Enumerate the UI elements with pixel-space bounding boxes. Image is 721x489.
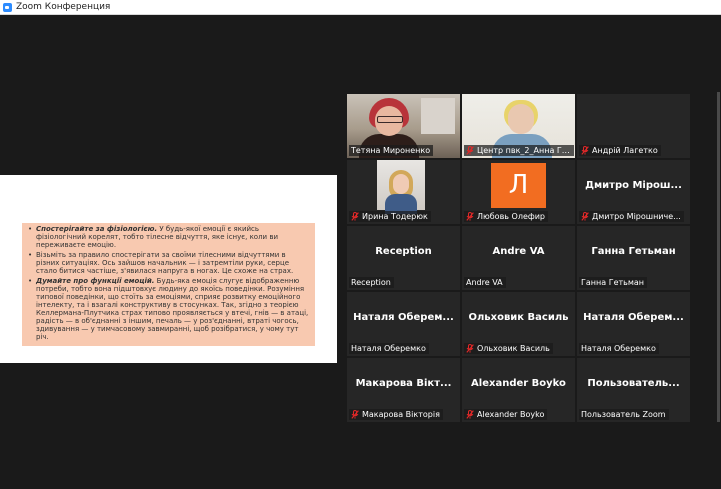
participant-name-label: Ганна Гетьман [579, 277, 648, 288]
participant-name-label: Макарова Вікторія [349, 409, 443, 420]
participant-name-label: Наталя Оберемко [579, 343, 659, 354]
slide-bullet-lead: Думайте про функції емоцій. [36, 277, 155, 285]
participant-name: Ганна Гетьман [581, 278, 645, 287]
title-bar: Zoom Конференция [0, 0, 721, 15]
slide-text-panel: Спостерігайте за фізіологією. У будь-яко… [22, 223, 315, 346]
participant-name-label: Ольховик Василь [464, 343, 553, 354]
participant-tile[interactable]: Дмитро Мірош... Дмитро Мірошниче... [577, 160, 690, 224]
participant-name: Reception [351, 278, 391, 287]
participant-name-label: Любовь Олефир [464, 211, 548, 222]
participant-name-label: Ирина Тодерюк [349, 211, 431, 222]
muted-mic-icon [351, 212, 359, 221]
participant-tile[interactable]: Alexander Boyko Alexander Boyko [462, 358, 575, 422]
participant-name-display: Reception [375, 246, 432, 257]
participant-name: Дмитро Мірошниче... [592, 212, 681, 221]
slide-bullet-text: Будь-яка емоція слугує відображенню потр… [36, 277, 309, 341]
participant-tile[interactable]: Reception Reception [347, 226, 460, 290]
muted-mic-icon [581, 146, 589, 155]
participant-name-label: Reception [349, 277, 394, 288]
participant-name-label: Андрій Лагетко [579, 145, 661, 156]
participant-name: Тетяна Мироненко [351, 146, 431, 155]
participant-tile[interactable]: Andre VA Andre VA [462, 226, 575, 290]
participant-video [377, 160, 425, 214]
slide-bullet: Спостерігайте за фізіологією. У будь-яко… [28, 225, 309, 249]
participant-name: Андрій Лагетко [592, 146, 658, 155]
participant-name: Центр пвк_2_Анна Гл... [477, 146, 571, 155]
participant-name: Наталя Оберемко [581, 344, 656, 353]
slide-bullet: Думайте про функції емоцій. Будь-яка емо… [28, 277, 309, 341]
scrollbar[interactable] [717, 92, 720, 422]
participant-name-display: Alexander Boyko [471, 378, 566, 389]
participant-tile[interactable]: Ирина Тодерюк [347, 160, 460, 224]
window-title: Zoom Конференция [16, 2, 111, 12]
participant-name-label: Центр пвк_2_Анна Гл... [464, 145, 574, 156]
participant-name-label: Наталя Оберемко [349, 343, 429, 354]
participant-tile[interactable]: Наталя Оберем... Наталя Оберемко [347, 292, 460, 356]
shared-screen: Спостерігайте за фізіологією. У будь-яко… [0, 175, 337, 363]
participant-tile[interactable]: Ганна Гетьман Ганна Гетьман [577, 226, 690, 290]
participant-tile[interactable]: Центр пвк_2_Анна Гл... [462, 94, 575, 158]
participant-avatar: Л [491, 163, 546, 208]
participant-name-display: Andre VA [492, 246, 545, 257]
participant-name: Макарова Вікторія [362, 410, 440, 419]
participant-tile[interactable]: Л Любовь Олефир [462, 160, 575, 224]
participant-name-display: Наталя Оберем... [353, 312, 454, 323]
participant-name-label: Пользователь Zoom [579, 409, 669, 420]
participant-name-display: Наталя Оберем... [583, 312, 684, 323]
muted-mic-icon [466, 212, 474, 221]
participant-name: Наталя Оберемко [351, 344, 426, 353]
slide-bullet-text: Візьміть за правило спостерігати за свої… [36, 251, 294, 275]
participant-tile[interactable]: Наталя Оберем... Наталя Оберемко [577, 292, 690, 356]
participant-name: Alexander Boyko [477, 410, 545, 419]
muted-mic-icon [466, 344, 474, 353]
participant-name-label: Дмитро Мірошниче... [579, 211, 684, 222]
participant-name-label: Alexander Boyko [464, 409, 548, 420]
participant-name-display: Ольховик Василь [468, 312, 569, 323]
participant-name-label: Andre VA [464, 277, 506, 288]
participant-tile[interactable]: Андрій Лагетко [577, 94, 690, 158]
muted-mic-icon [581, 212, 589, 221]
participant-name: Ирина Тодерюк [362, 212, 428, 221]
participant-tile[interactable]: Ольховик Василь Ольховик Василь [462, 292, 575, 356]
participant-tile[interactable]: Тетяна Мироненко [347, 94, 460, 158]
muted-mic-icon [466, 146, 474, 155]
participant-tile[interactable]: Пользователь... Пользователь Zoom [577, 358, 690, 422]
participant-name-display: Макарова Вікт... [355, 378, 452, 389]
participant-name: Пользователь Zoom [581, 410, 666, 419]
participant-name-display: Пользователь... [587, 378, 680, 389]
participant-name: Любовь Олефир [477, 212, 545, 221]
participant-name-display: Дмитро Мірош... [585, 180, 682, 191]
zoom-app-icon [3, 2, 12, 12]
muted-mic-icon [351, 410, 359, 419]
participant-name-label: Тетяна Мироненко [349, 145, 434, 156]
slide-bullets: Спостерігайте за фізіологією. У будь-яко… [22, 223, 315, 341]
participant-tile[interactable]: Макарова Вікт... Макарова Вікторія [347, 358, 460, 422]
muted-mic-icon [466, 410, 474, 419]
participant-name: Ольховик Василь [477, 344, 550, 353]
slide-bullet: Візьміть за правило спостерігати за свої… [28, 251, 309, 275]
participant-name-display: Ганна Гетьман [591, 246, 676, 257]
participant-name: Andre VA [466, 278, 503, 287]
slide-bullet-lead: Спостерігайте за фізіологією. [36, 225, 158, 233]
